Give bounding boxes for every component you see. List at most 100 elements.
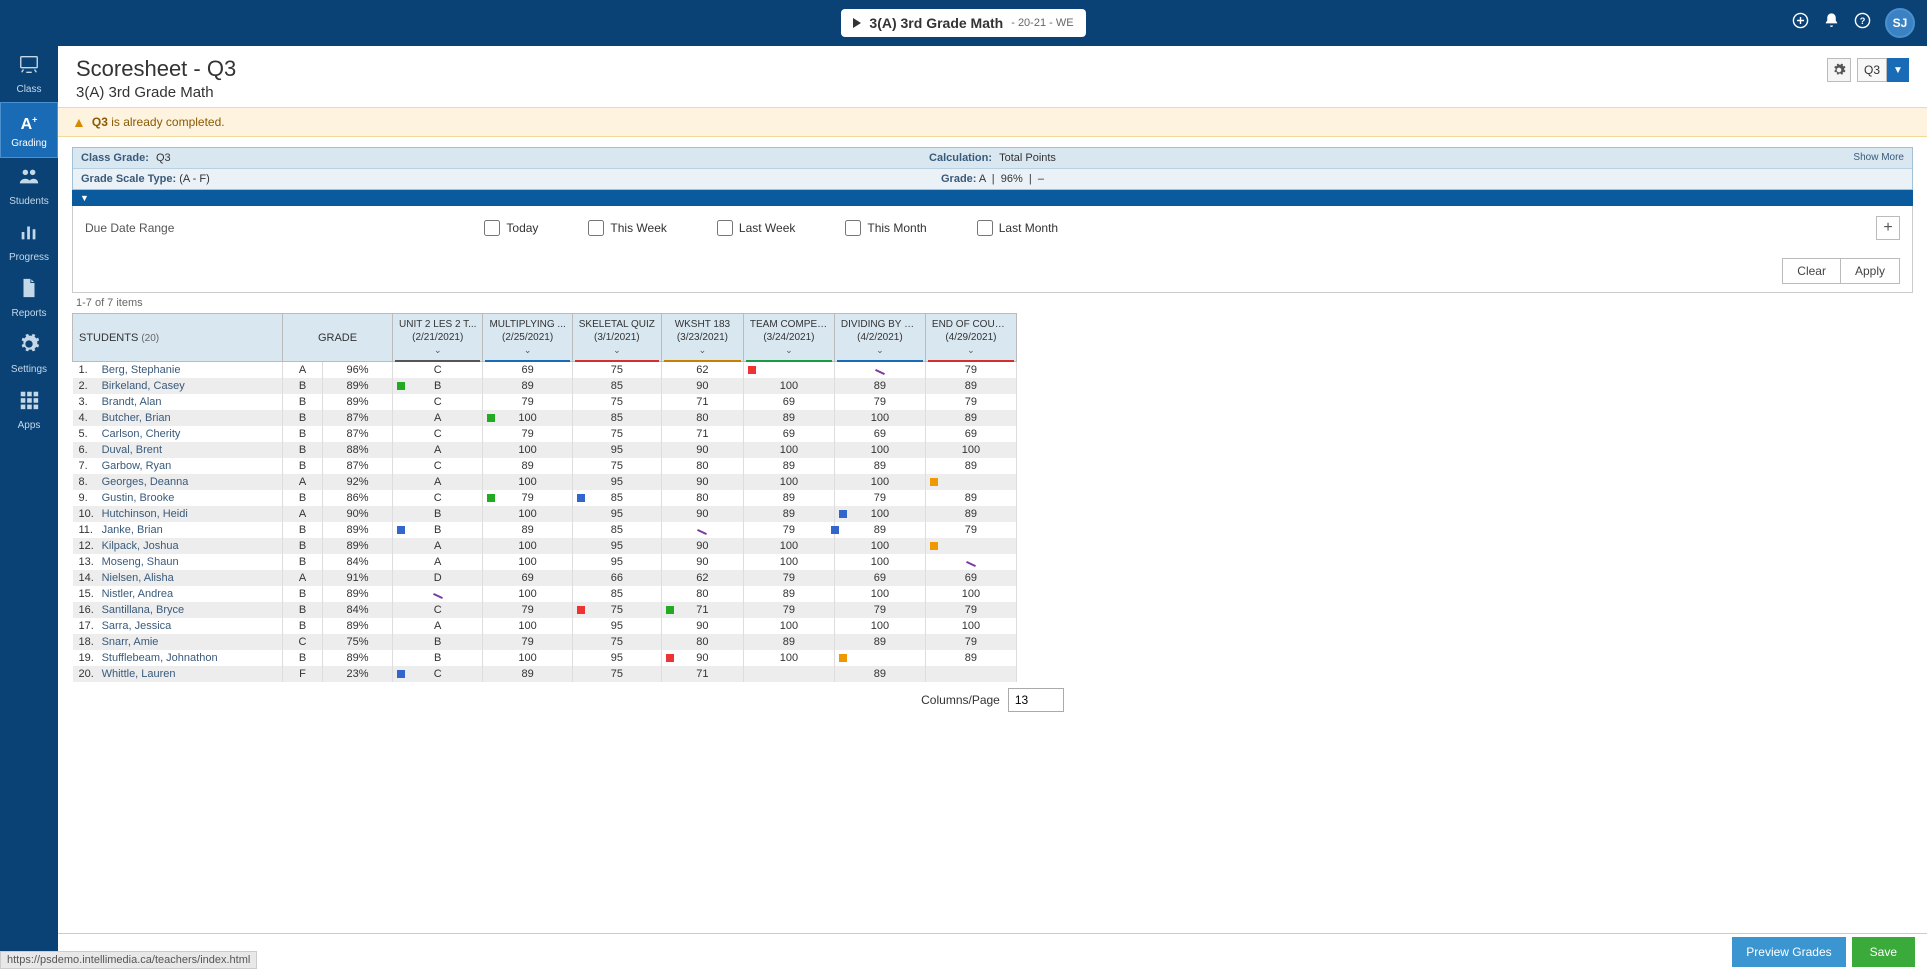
score-cell[interactable]: 75	[572, 362, 661, 379]
score-cell[interactable]: 79	[925, 634, 1016, 650]
score-cell[interactable]: 69	[834, 426, 925, 442]
letter-grade-cell[interactable]: A	[283, 362, 323, 379]
student-name-cell[interactable]: 11. Janke, Brian	[73, 522, 283, 538]
score-cell[interactable]: 62	[661, 570, 743, 586]
cols-per-page-input[interactable]	[1008, 688, 1064, 712]
score-cell[interactable]: 100	[483, 474, 572, 490]
filter-option-last-month[interactable]: Last Month	[977, 220, 1058, 236]
assignment-header-6[interactable]: END OF COUR...(4/29/2021)⌄	[925, 314, 1016, 362]
pct-grade-cell[interactable]: 87%	[323, 426, 393, 442]
score-cell[interactable]: 71	[661, 602, 743, 618]
term-select[interactable]: Q3	[1857, 58, 1887, 82]
score-cell[interactable]: 95	[572, 554, 661, 570]
score-cell[interactable]: 89	[834, 522, 925, 538]
add-icon[interactable]	[1792, 12, 1809, 34]
score-cell[interactable]	[834, 650, 925, 666]
score-cell[interactable]: 89	[925, 506, 1016, 522]
score-cell[interactable]: 75	[572, 666, 661, 682]
assignment-header-5[interactable]: DIVIDING BY 1-...(4/2/2021)⌄	[834, 314, 925, 362]
score-cell[interactable]	[393, 586, 483, 602]
grade-header[interactable]: GRADE	[283, 314, 393, 362]
assignment-header-1[interactable]: MULTIPLYING ...(2/25/2021)⌄	[483, 314, 572, 362]
pct-grade-cell[interactable]: 23%	[323, 666, 393, 682]
score-cell[interactable]: 100	[834, 538, 925, 554]
score-cell[interactable]: 100	[483, 410, 572, 426]
score-cell[interactable]: 79	[483, 634, 572, 650]
score-cell[interactable]	[925, 554, 1016, 570]
score-cell[interactable]: 100	[483, 538, 572, 554]
sidebar-item-students[interactable]: Students	[0, 158, 58, 214]
score-cell[interactable]: C	[393, 490, 483, 506]
score-cell[interactable]: 71	[661, 394, 743, 410]
score-cell[interactable]: 95	[572, 618, 661, 634]
letter-grade-cell[interactable]: B	[283, 554, 323, 570]
score-cell[interactable]: 79	[834, 490, 925, 506]
letter-grade-cell[interactable]: B	[283, 650, 323, 666]
sidebar-item-settings[interactable]: Settings	[0, 326, 58, 382]
student-name-cell[interactable]: 15. Nistler, Andrea	[73, 586, 283, 602]
score-cell[interactable]: 95	[572, 650, 661, 666]
term-dropdown-button[interactable]: ▼	[1887, 58, 1909, 82]
student-name-cell[interactable]: 12. Kilpack, Joshua	[73, 538, 283, 554]
help-icon[interactable]: ?	[1854, 12, 1871, 34]
score-cell[interactable]: 100	[834, 410, 925, 426]
pct-grade-cell[interactable]: 91%	[323, 570, 393, 586]
pct-grade-cell[interactable]: 84%	[323, 602, 393, 618]
score-cell[interactable]: 100	[743, 378, 834, 394]
score-cell[interactable]: 100	[743, 554, 834, 570]
score-cell[interactable]: 75	[572, 458, 661, 474]
score-cell[interactable]: C	[393, 602, 483, 618]
student-name-cell[interactable]: 16. Santillana, Bryce	[73, 602, 283, 618]
score-cell[interactable]: 89	[925, 650, 1016, 666]
score-cell[interactable]: 100	[925, 618, 1016, 634]
score-cell[interactable]	[834, 362, 925, 379]
score-cell[interactable]: 100	[483, 554, 572, 570]
filter-option-this-week[interactable]: This Week	[588, 220, 666, 236]
score-cell[interactable]: 100	[743, 618, 834, 634]
score-cell[interactable]: 95	[572, 538, 661, 554]
student-name-cell[interactable]: 9. Gustin, Brooke	[73, 490, 283, 506]
score-cell[interactable]: 100	[483, 442, 572, 458]
pct-grade-cell[interactable]: 92%	[323, 474, 393, 490]
pct-grade-cell[interactable]: 89%	[323, 618, 393, 634]
score-cell[interactable]: 79	[743, 602, 834, 618]
score-cell[interactable]: B	[393, 378, 483, 394]
letter-grade-cell[interactable]: F	[283, 666, 323, 682]
pct-grade-cell[interactable]: 88%	[323, 442, 393, 458]
score-cell[interactable]: A	[393, 410, 483, 426]
letter-grade-cell[interactable]: B	[283, 602, 323, 618]
user-avatar[interactable]: SJ	[1885, 8, 1915, 38]
score-cell[interactable]: 89	[483, 458, 572, 474]
score-cell[interactable]: 89	[743, 586, 834, 602]
score-cell[interactable]: 100	[834, 442, 925, 458]
score-cell[interactable]	[925, 666, 1016, 682]
score-cell[interactable]: 79	[925, 394, 1016, 410]
letter-grade-cell[interactable]: B	[283, 378, 323, 394]
score-cell[interactable]: 80	[661, 458, 743, 474]
score-cell[interactable]: 80	[661, 410, 743, 426]
score-cell[interactable]: 89	[925, 410, 1016, 426]
score-cell[interactable]: 100	[483, 506, 572, 522]
assignment-header-3[interactable]: WKSHT 183(3/23/2021)⌄	[661, 314, 743, 362]
score-cell[interactable]: 90	[661, 378, 743, 394]
score-cell[interactable]: B	[393, 650, 483, 666]
score-cell[interactable]: 100	[743, 474, 834, 490]
score-cell[interactable]: 85	[572, 522, 661, 538]
student-name-cell[interactable]: 10. Hutchinson, Heidi	[73, 506, 283, 522]
student-name-cell[interactable]: 14. Nielsen, Alisha	[73, 570, 283, 586]
pct-grade-cell[interactable]: 89%	[323, 394, 393, 410]
score-cell[interactable]: 89	[834, 378, 925, 394]
student-name-cell[interactable]: 19. Stufflebeam, Johnathon	[73, 650, 283, 666]
letter-grade-cell[interactable]: B	[283, 618, 323, 634]
score-cell[interactable]	[661, 522, 743, 538]
score-cell[interactable]: 100	[743, 538, 834, 554]
save-button[interactable]: Save	[1852, 937, 1915, 967]
letter-grade-cell[interactable]: A	[283, 570, 323, 586]
score-cell[interactable]: 80	[661, 586, 743, 602]
letter-grade-cell[interactable]: A	[283, 474, 323, 490]
score-cell[interactable]: 89	[743, 634, 834, 650]
score-cell[interactable]: 100	[834, 506, 925, 522]
score-cell[interactable]: 79	[834, 602, 925, 618]
score-cell[interactable]: 90	[661, 650, 743, 666]
score-cell[interactable]: 89	[834, 666, 925, 682]
